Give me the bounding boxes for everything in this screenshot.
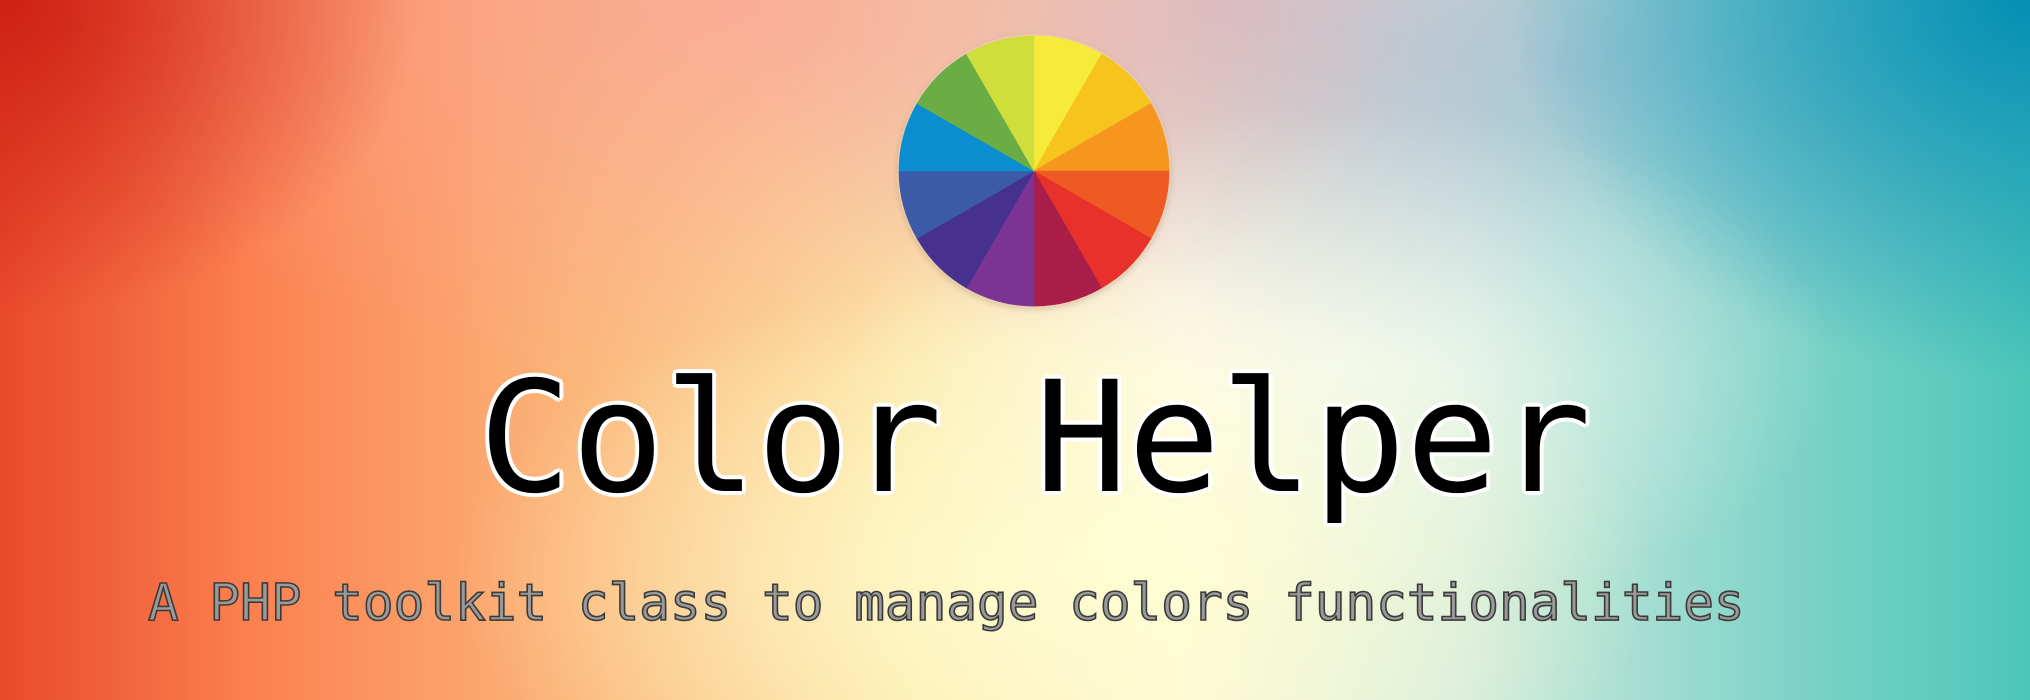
page-title: Color Helper [478, 349, 1592, 528]
color-wheel-icon [896, 33, 1172, 309]
readme-banner: Color Helper A PHP toolkit class to mana… [0, 0, 2030, 700]
page-subtitle: A PHP toolkit class to manage colors fun… [147, 574, 1745, 633]
color-wheel-segments [898, 35, 1170, 307]
